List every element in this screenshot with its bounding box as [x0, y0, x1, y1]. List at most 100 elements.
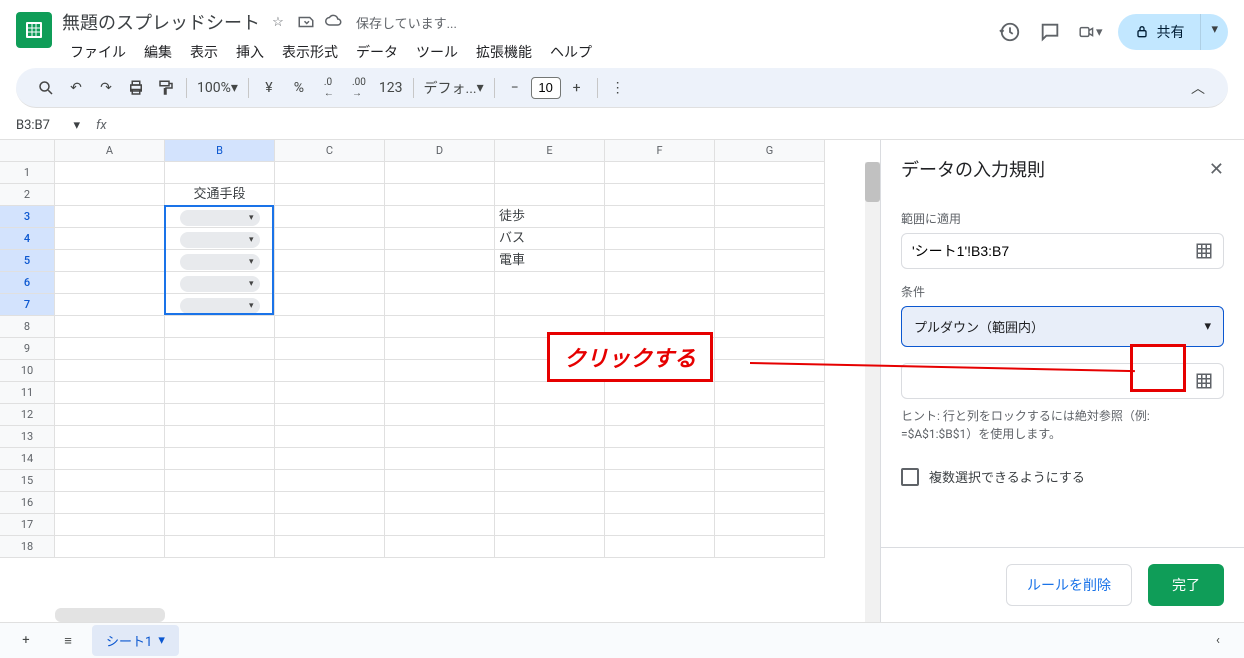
- row-header-15[interactable]: 15: [0, 470, 55, 492]
- cell-B12[interactable]: [165, 404, 275, 426]
- cell-A13[interactable]: [55, 426, 165, 448]
- font-size-increase[interactable]: +: [563, 74, 591, 102]
- dropdown-chip[interactable]: [180, 276, 260, 292]
- cell-A9[interactable]: [55, 338, 165, 360]
- cell-D5[interactable]: [385, 250, 495, 272]
- cell-F18[interactable]: [605, 536, 715, 558]
- menu-format[interactable]: 表示形式: [274, 38, 346, 66]
- menu-file[interactable]: ファイル: [62, 38, 134, 66]
- font-select[interactable]: デフォ... ▾: [420, 74, 488, 102]
- cell-D2[interactable]: [385, 184, 495, 206]
- print-icon[interactable]: [122, 74, 150, 102]
- menu-data[interactable]: データ: [348, 38, 406, 66]
- cell-F16[interactable]: [605, 492, 715, 514]
- row-header-14[interactable]: 14: [0, 448, 55, 470]
- col-header-C[interactable]: C: [275, 140, 385, 162]
- cell-C6[interactable]: [275, 272, 385, 294]
- cell-B13[interactable]: [165, 426, 275, 448]
- done-button[interactable]: 完了: [1148, 564, 1224, 606]
- cell-D15[interactable]: [385, 470, 495, 492]
- cell-A1[interactable]: [55, 162, 165, 184]
- cell-B18[interactable]: [165, 536, 275, 558]
- cell-F13[interactable]: [605, 426, 715, 448]
- cell-C18[interactable]: [275, 536, 385, 558]
- name-box[interactable]: B3:B7 ▾: [8, 118, 88, 133]
- cell-C10[interactable]: [275, 360, 385, 382]
- cell-C11[interactable]: [275, 382, 385, 404]
- select-all-corner[interactable]: [0, 140, 55, 162]
- cell-D16[interactable]: [385, 492, 495, 514]
- cell-E13[interactable]: [495, 426, 605, 448]
- cell-A6[interactable]: [55, 272, 165, 294]
- cell-F7[interactable]: [605, 294, 715, 316]
- cell-A14[interactable]: [55, 448, 165, 470]
- cell-F14[interactable]: [605, 448, 715, 470]
- select-range-icon[interactable]: [1195, 242, 1213, 260]
- cell-C15[interactable]: [275, 470, 385, 492]
- dropdown-chip[interactable]: [180, 298, 260, 314]
- menu-edit[interactable]: 編集: [136, 38, 180, 66]
- cell-E16[interactable]: [495, 492, 605, 514]
- col-header-E[interactable]: E: [495, 140, 605, 162]
- cell-F2[interactable]: [605, 184, 715, 206]
- cell-C3[interactable]: [275, 206, 385, 228]
- col-header-B[interactable]: B: [165, 140, 275, 162]
- all-sheets-button[interactable]: ≡: [50, 627, 86, 655]
- col-header-A[interactable]: A: [55, 140, 165, 162]
- cell-E15[interactable]: [495, 470, 605, 492]
- cell-G5[interactable]: [715, 250, 825, 272]
- percent-icon[interactable]: %: [285, 74, 313, 102]
- cell-A18[interactable]: [55, 536, 165, 558]
- zoom-select[interactable]: 100% ▾: [193, 74, 242, 102]
- cell-D7[interactable]: [385, 294, 495, 316]
- cell-E14[interactable]: [495, 448, 605, 470]
- redo-icon[interactable]: ↷: [92, 74, 120, 102]
- cell-C17[interactable]: [275, 514, 385, 536]
- cell-D4[interactable]: [385, 228, 495, 250]
- dropdown-chip[interactable]: [180, 254, 260, 270]
- sheets-logo[interactable]: [16, 12, 52, 48]
- menu-tools[interactable]: ツール: [408, 38, 466, 66]
- cell-E12[interactable]: [495, 404, 605, 426]
- cell-C2[interactable]: [275, 184, 385, 206]
- cell-G4[interactable]: [715, 228, 825, 250]
- cell-F15[interactable]: [605, 470, 715, 492]
- cell-C5[interactable]: [275, 250, 385, 272]
- cell-A17[interactable]: [55, 514, 165, 536]
- cell-G14[interactable]: [715, 448, 825, 470]
- cell-A11[interactable]: [55, 382, 165, 404]
- cell-E5[interactable]: 電車: [495, 250, 605, 272]
- cell-E6[interactable]: [495, 272, 605, 294]
- cell-F1[interactable]: [605, 162, 715, 184]
- dropdown-chip[interactable]: [180, 210, 260, 226]
- number-format-icon[interactable]: 123: [375, 74, 407, 102]
- cell-C1[interactable]: [275, 162, 385, 184]
- cell-A7[interactable]: [55, 294, 165, 316]
- cell-D13[interactable]: [385, 426, 495, 448]
- undo-icon[interactable]: ↶: [62, 74, 90, 102]
- more-tools-icon[interactable]: ⋮: [604, 74, 632, 102]
- multi-select-checkbox[interactable]: [901, 468, 919, 486]
- meet-icon[interactable]: ▾: [1078, 20, 1102, 44]
- cell-E4[interactable]: バス: [495, 228, 605, 250]
- cell-G15[interactable]: [715, 470, 825, 492]
- cell-B8[interactable]: [165, 316, 275, 338]
- row-header-12[interactable]: 12: [0, 404, 55, 426]
- cell-E18[interactable]: [495, 536, 605, 558]
- cell-D11[interactable]: [385, 382, 495, 404]
- dropdown-chip[interactable]: [180, 232, 260, 248]
- cell-F5[interactable]: [605, 250, 715, 272]
- select-source-range-icon[interactable]: [1195, 372, 1213, 390]
- cloud-status-icon[interactable]: [324, 12, 344, 32]
- row-header-7[interactable]: 7: [0, 294, 55, 316]
- paint-format-icon[interactable]: [152, 74, 180, 102]
- doc-title[interactable]: 無題のスプレッドシート: [62, 9, 260, 35]
- row-header-10[interactable]: 10: [0, 360, 55, 382]
- vertical-scrollbar[interactable]: [865, 162, 880, 622]
- cell-B14[interactable]: [165, 448, 275, 470]
- cell-B1[interactable]: [165, 162, 275, 184]
- sheet-tab[interactable]: シート1 ▾: [92, 625, 179, 656]
- share-button[interactable]: 共有: [1118, 14, 1200, 50]
- col-header-G[interactable]: G: [715, 140, 825, 162]
- row-header-4[interactable]: 4: [0, 228, 55, 250]
